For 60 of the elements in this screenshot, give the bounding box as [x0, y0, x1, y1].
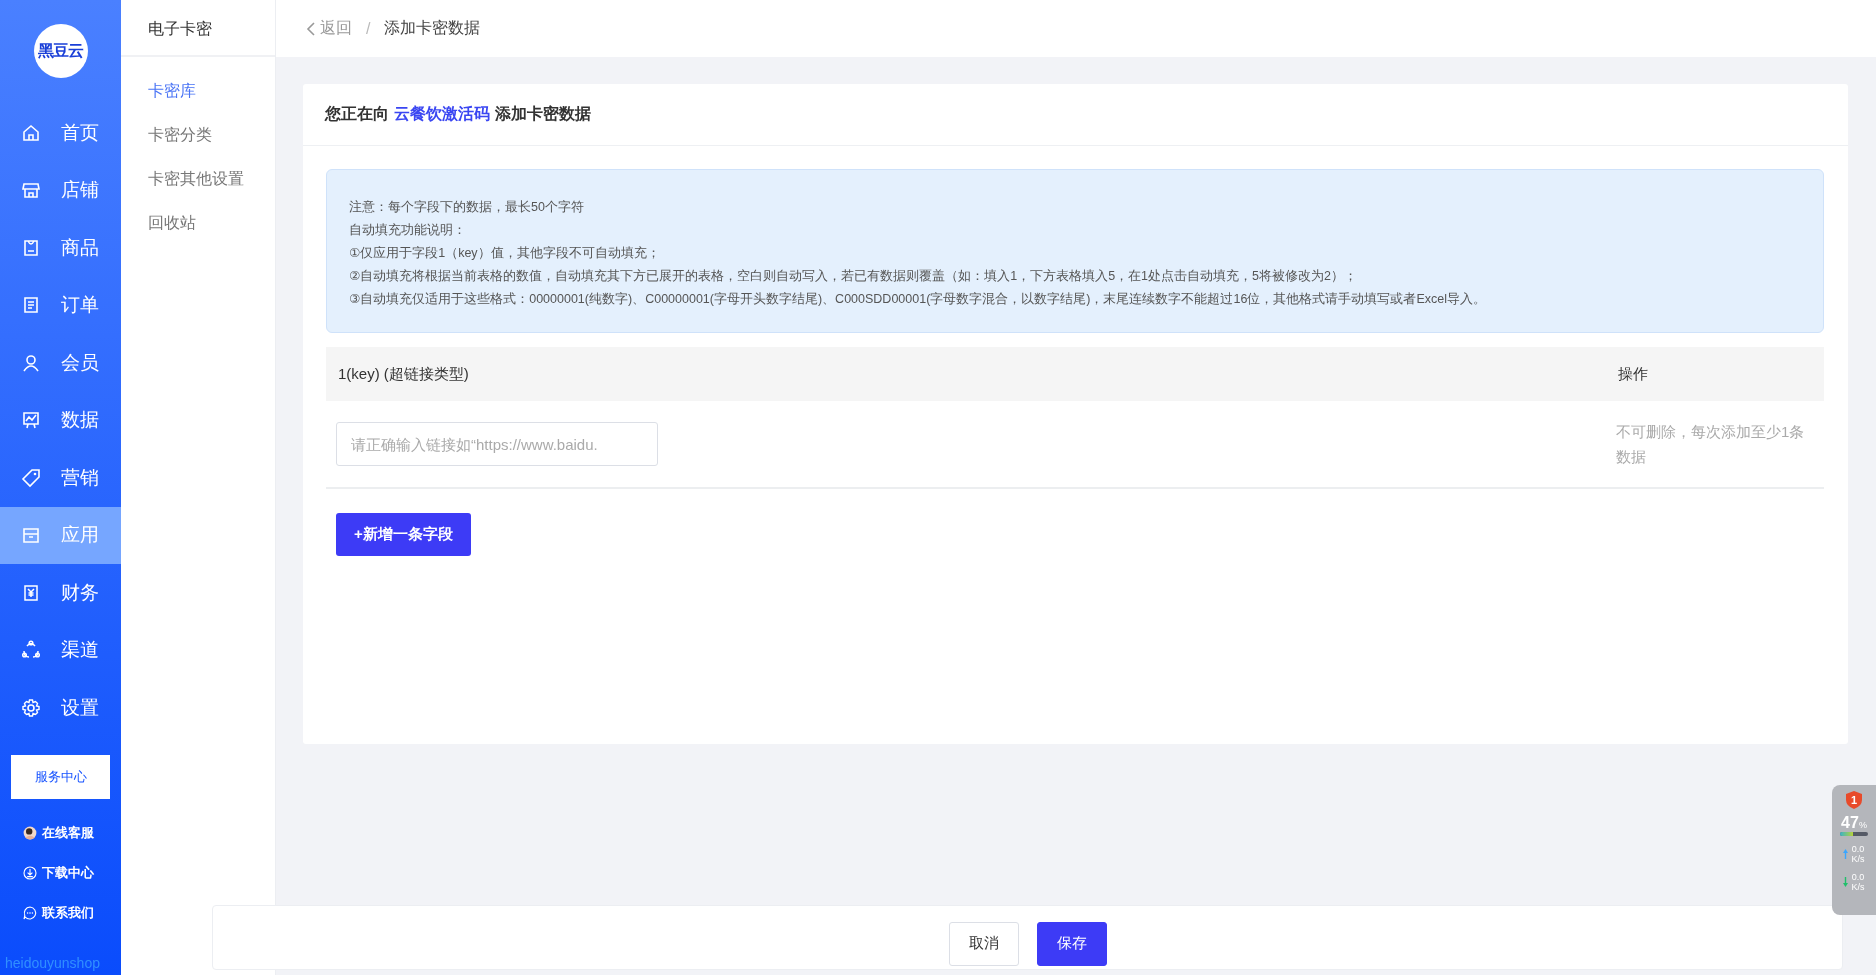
house-icon [21, 122, 41, 143]
nav-item[interactable]: 数据 [0, 391, 121, 449]
submenu-item[interactable]: 卡密分类 [121, 113, 275, 157]
share-circle-icon [21, 640, 41, 661]
cpu-percent: 47% [1841, 814, 1867, 832]
sidebar-link[interactable]: 联系我们 [0, 892, 121, 933]
arrow-down-icon [1843, 877, 1849, 887]
card-title: 您正在向 [325, 104, 389, 124]
column-header: 1(key) (超链接类型) [326, 347, 1606, 401]
nav-item[interactable]: 设置 [0, 679, 121, 737]
notice-line: ③自动填充仅适用于这些格式：00000001(纯数字)、C00000001(字母开头数字结尾)、C000SDD00001(字母数字混合，以数字结尾)，末尾连续数字不能超过16位，其他格式请手动填写或者Excel导入。 [349, 291, 1487, 308]
shop-icon [21, 180, 41, 201]
column-header: 操作 [1606, 347, 1824, 401]
nav-item[interactable]: 应用 [0, 506, 121, 564]
person-icon [21, 352, 41, 373]
card-title: 添加卡密数据 [495, 104, 591, 124]
sidebar-link[interactable]: 下载中心 [0, 852, 121, 893]
nav-item[interactable]: 财务 [0, 564, 121, 622]
avatar-icon [22, 824, 38, 841]
back-link[interactable]: 返回 [306, 18, 352, 39]
nav-item[interactable]: 会员 [0, 334, 121, 392]
transfer-rate: 0.0 K/s [1851, 844, 1865, 864]
breadcrumb-separator: / [366, 19, 371, 38]
settings-icon [21, 697, 41, 718]
chat-bubble-icon [22, 904, 38, 921]
tag-icon [21, 467, 41, 488]
nav-item[interactable]: 商品 [0, 219, 121, 277]
yuan-icon [21, 582, 41, 603]
nav-item[interactable]: 渠道 [0, 621, 121, 679]
add-field-button[interactable]: +新增一条字段 [336, 513, 471, 556]
box-icon [21, 525, 41, 546]
document-icon [21, 295, 41, 316]
transfer-rate: 0.0 K/s [1851, 872, 1865, 892]
nav-item[interactable]: 首页 [0, 104, 121, 162]
target-link[interactable]: 云餐饮激活码 [394, 104, 490, 125]
notice-line: ①仅应用于字段1（key）值，其他字段不可自动填充； [349, 245, 661, 262]
service-center-button[interactable]: 服务中心 [11, 754, 110, 799]
shield-badge: 1 [1846, 791, 1862, 809]
chevron-left-icon [306, 21, 316, 36]
submenu-item[interactable]: 卡密库 [121, 69, 275, 113]
notice-line: ②自动填充将根据当前表格的数值，自动填充其下方已展开的表格，空白则自动写入，若已有数据则覆盖（如：填入1，下方表格填入5，在1处点击自动填充，5将被修改为2）； [349, 268, 1358, 285]
submenu-item[interactable]: 回收站 [121, 201, 275, 245]
notice-line: 注意：每个字段下的数据，最长50个字符 [349, 199, 585, 216]
table-cell: 不可删除，每次添加至少1条数据 [1606, 401, 1824, 488]
arrow-up-icon [1843, 849, 1849, 859]
brand-footer: heidouyunshop [0, 955, 121, 971]
nav-item[interactable]: 订单 [0, 276, 121, 334]
link-input-field[interactable]: 请正确输入链接如“https://www.baidu. [336, 422, 658, 466]
sidebar-link[interactable]: 在线客服 [0, 812, 121, 853]
save-button[interactable]: 保存 [1036, 921, 1107, 966]
submenu-item[interactable]: 卡密其他设置 [121, 157, 275, 201]
nav-item[interactable]: 营销 [0, 449, 121, 507]
notice-line: 自动填充功能说明： [349, 222, 467, 239]
bag-icon [21, 237, 41, 258]
chart-board-icon [21, 410, 41, 431]
download-icon [22, 864, 38, 881]
breadcrumb-current: 添加卡密数据 [384, 18, 481, 38]
cancel-button[interactable]: 取消 [948, 921, 1019, 966]
nav-item[interactable]: 店铺 [0, 161, 121, 219]
logo: 黑豆云 [33, 24, 88, 78]
